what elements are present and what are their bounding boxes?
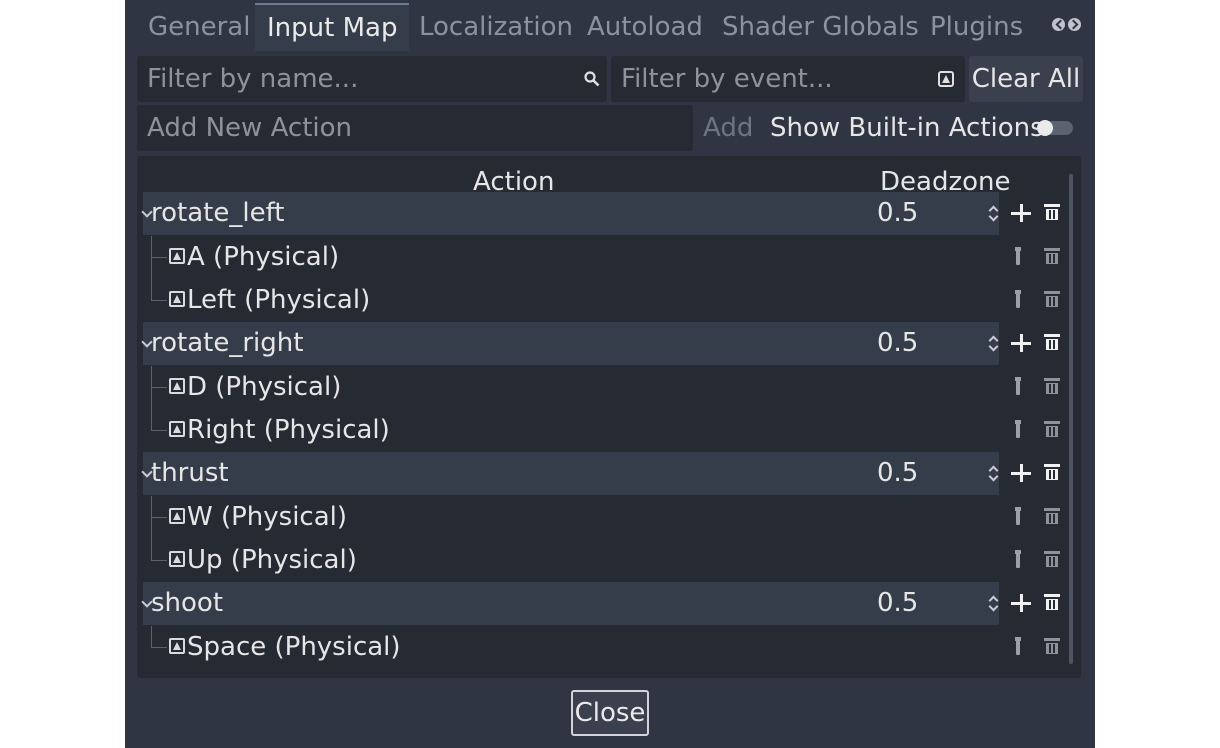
add-event-icon[interactable] (1011, 200, 1031, 226)
filter-by-event-placeholder: Filter by event... (621, 64, 833, 94)
search-icon (584, 71, 600, 87)
deadzone-spinner-icon[interactable] (988, 464, 998, 482)
filter-by-name-placeholder: Filter by name... (147, 64, 359, 94)
remove-event-icon[interactable] (1044, 638, 1060, 654)
edit-event-icon[interactable] (1015, 377, 1021, 395)
tab-scroll-left-icon[interactable] (1052, 18, 1065, 31)
add-action-button[interactable]: Add (703, 105, 753, 151)
event-label: Left (Physical) (187, 285, 371, 315)
remove-action-icon[interactable] (1044, 464, 1060, 480)
project-settings-dialog: General Input Map Localization Autoload … (125, 0, 1095, 748)
add-event-icon[interactable] (1011, 330, 1031, 356)
action-row-thrust[interactable]: thrust 0.5 (141, 452, 1069, 495)
deadzone-spinner-icon[interactable] (988, 594, 998, 612)
event-row[interactable]: D (Physical) (143, 366, 1063, 409)
edit-event-icon[interactable] (1015, 420, 1021, 438)
key-event-icon (169, 378, 185, 394)
remove-action-icon[interactable] (1044, 204, 1060, 220)
remove-action-icon[interactable] (1044, 594, 1060, 610)
event-label: Up (Physical) (187, 545, 357, 575)
filter-by-name-input[interactable]: Filter by name... (137, 56, 607, 102)
filter-by-event-input[interactable]: Filter by event... (611, 56, 965, 102)
tab-bar: General Input Map Localization Autoload … (137, 0, 1087, 51)
tab-scroll-right-icon[interactable] (1068, 18, 1081, 31)
remove-event-icon[interactable] (1044, 508, 1060, 524)
key-event-icon (169, 508, 185, 524)
edit-event-icon[interactable] (1015, 637, 1021, 655)
clear-all-button[interactable]: Clear All (969, 56, 1083, 102)
deadzone-value[interactable]: 0.5 (877, 322, 918, 365)
tab-input-map[interactable]: Input Map (255, 3, 410, 51)
action-name: rotate_left (151, 198, 285, 228)
event-label: D (Physical) (187, 372, 342, 402)
edit-event-icon[interactable] (1015, 247, 1021, 265)
listen-event-icon[interactable] (937, 70, 955, 88)
event-label: A (Physical) (187, 242, 340, 272)
event-row[interactable]: W (Physical) (143, 496, 1063, 539)
add-event-icon[interactable] (1011, 590, 1031, 616)
event-row[interactable]: Left (Physical) (143, 257, 1063, 322)
tree-scrollbar-thumb[interactable] (1069, 174, 1073, 664)
key-event-icon (169, 551, 185, 567)
key-event-icon (169, 248, 185, 264)
tab-plugins[interactable]: Plugins (930, 4, 1023, 48)
deadzone-value[interactable]: 0.5 (877, 582, 918, 625)
remove-event-icon[interactable] (1044, 421, 1060, 437)
remove-event-icon[interactable] (1044, 378, 1060, 394)
event-row[interactable]: Space (Physical) (143, 626, 1063, 669)
edit-event-icon[interactable] (1015, 290, 1021, 308)
event-row[interactable]: Up (Physical) (143, 517, 1063, 582)
action-row-rotate-left[interactable]: rotate_left 0.5 (141, 192, 1069, 235)
event-label: Space (Physical) (187, 632, 401, 662)
show-builtin-actions-toggle[interactable] (1037, 120, 1073, 136)
event-row[interactable]: A (Physical) (143, 236, 1063, 279)
action-row-rotate-right[interactable]: rotate_right 0.5 (141, 322, 1069, 365)
key-event-icon (169, 421, 185, 437)
action-name: thrust (151, 458, 229, 488)
event-label: W (Physical) (187, 502, 348, 532)
edit-event-icon[interactable] (1015, 550, 1021, 568)
tree-scrollbar[interactable] (1069, 174, 1073, 664)
action-name: rotate_right (151, 328, 304, 358)
action-row-shoot[interactable]: shoot 0.5 (141, 582, 1069, 625)
deadzone-value[interactable]: 0.5 (877, 192, 918, 235)
remove-event-icon[interactable] (1044, 248, 1060, 264)
remove-action-icon[interactable] (1044, 334, 1060, 350)
tab-autoload[interactable]: Autoload (587, 4, 703, 48)
event-label: Right (Physical) (187, 415, 390, 445)
key-event-icon (169, 291, 185, 307)
key-event-icon (169, 638, 185, 654)
add-new-action-input[interactable]: Add New Action (137, 105, 693, 151)
show-builtin-actions-label: Show Built-in Actions (770, 113, 1044, 143)
input-map-tree: Action Deadzone rotate_left 0.5 A (Physi… (137, 156, 1081, 678)
remove-event-icon[interactable] (1044, 551, 1060, 567)
add-event-icon[interactable] (1011, 460, 1031, 486)
deadzone-spinner-icon[interactable] (988, 334, 998, 352)
remove-event-icon[interactable] (1044, 291, 1060, 307)
tab-localization[interactable]: Localization (419, 4, 573, 48)
action-name: shoot (151, 588, 224, 618)
event-row[interactable]: Right (Physical) (143, 387, 1063, 452)
tab-general[interactable]: General (148, 4, 250, 48)
add-new-action-placeholder: Add New Action (147, 113, 353, 143)
deadzone-value[interactable]: 0.5 (877, 452, 918, 495)
edit-event-icon[interactable] (1015, 507, 1021, 525)
deadzone-spinner-icon[interactable] (988, 204, 998, 222)
close-button[interactable]: Close (571, 690, 649, 736)
tab-shader-globals[interactable]: Shader Globals (722, 4, 919, 48)
